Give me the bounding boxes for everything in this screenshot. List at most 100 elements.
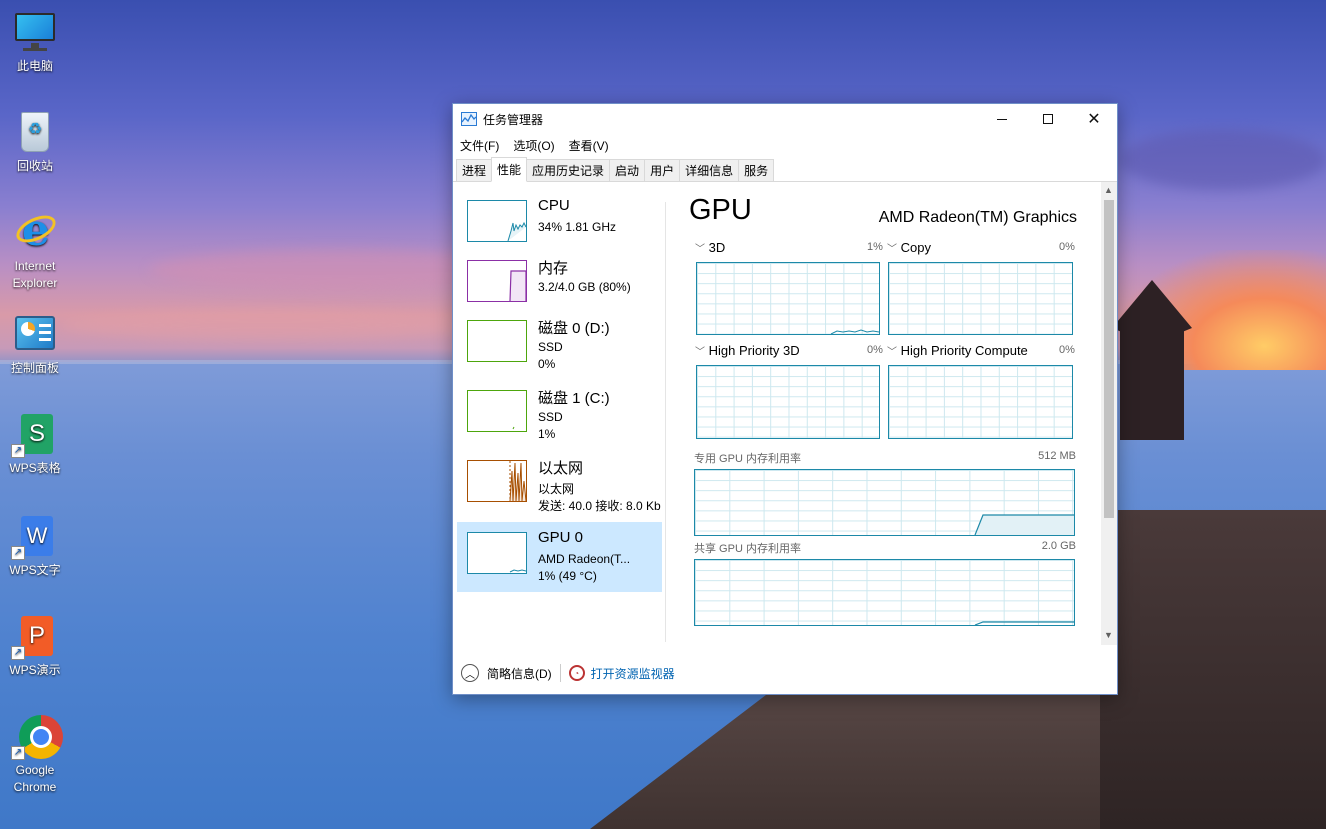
scroll-down-icon[interactable]: ▼	[1104, 630, 1113, 640]
close-button[interactable]: ✕	[1071, 104, 1117, 134]
wps-presentation-icon: P ↗	[11, 614, 57, 660]
engine-hpcompute-percent: 0%	[1059, 344, 1075, 356]
wallpaper-pier-right	[1100, 510, 1326, 829]
disk0-thumbnail-graph	[467, 320, 527, 362]
gpu-name: AMD Radeon(TM) Graphics	[878, 209, 1077, 226]
tab-app-history[interactable]: 应用历史记录	[526, 159, 611, 181]
tab-services[interactable]: 服务	[738, 159, 775, 181]
engine-hpcompute-label[interactable]: ﹀ High Priority Compute	[887, 343, 1028, 358]
window-title: 任务管理器	[483, 112, 544, 127]
maximize-button[interactable]	[1025, 104, 1071, 134]
menu-options[interactable]: 选项(O)	[513, 137, 554, 154]
desktop-icon-label: 控制面板	[10, 361, 59, 375]
desktop-icon-label: 此电脑	[16, 59, 53, 73]
tab-details[interactable]: 详细信息	[679, 159, 740, 181]
chevron-down-icon: ﹀	[887, 244, 897, 255]
tab-users[interactable]: 用户	[644, 159, 681, 181]
gpu-thumbnail-graph	[467, 532, 527, 574]
shared-memory-label: 共享 GPU 内存利用率	[694, 543, 801, 555]
ethernet-thumbnail-graph	[467, 460, 527, 502]
resource-item-disk-0[interactable]: 磁盘 0 (D:) SSD 0%	[457, 310, 662, 380]
minimize-icon	[997, 118, 1007, 120]
engine-hpcompute-graph	[888, 365, 1073, 439]
minimize-button[interactable]	[979, 104, 1025, 134]
shortcut-arrow-icon: ↗	[11, 646, 25, 660]
desktop-icon-label: Google Chrome	[13, 763, 57, 794]
chrome-icon: ↗	[11, 714, 63, 760]
pane-divider	[665, 202, 666, 642]
resource-item-disk-1[interactable]: 磁盘 1 (C:) SSD 1%	[457, 380, 662, 450]
desktop-icon-wps-spreadsheet[interactable]: S ↗ WPS表格	[4, 412, 66, 477]
computer-icon	[13, 10, 57, 54]
memory-thumbnail-graph	[467, 260, 527, 302]
gpu-detail-panel: GPU AMD Radeon(TM) Graphics ﹀ 3D 1% ﹀ Co…	[683, 182, 1103, 645]
vertical-scrollbar[interactable]: ▲ ▼	[1101, 182, 1117, 645]
tab-performance[interactable]: 性能	[491, 157, 528, 182]
task-manager-window: 任务管理器 ✕ 文件(F) 选项(O) 查看(V) 进程 性能 应用历史记录 启…	[452, 103, 1118, 695]
resource-monitor-icon: ◔	[568, 665, 585, 681]
open-resource-monitor-link[interactable]: 打开资源监视器	[591, 665, 675, 682]
task-manager-app-icon	[461, 112, 477, 126]
resource-detail: 1% (49 °C)	[538, 569, 597, 583]
desktop-icon-label: WPS演示	[9, 663, 61, 677]
scrollbar-thumb[interactable]	[1104, 200, 1114, 518]
resource-item-gpu-0[interactable]: GPU 0 AMD Radeon(T... 1% (49 °C)	[457, 522, 662, 592]
resource-list: CPU 34% 1.81 GHz 内存 3.2/4.0 GB (80%) 磁盘 …	[453, 182, 665, 645]
engine-copy-label[interactable]: ﹀ Copy	[887, 240, 931, 255]
scroll-up-icon[interactable]: ▲	[1104, 185, 1113, 195]
engine-hp3d-percent: 0%	[867, 344, 883, 356]
title-bar[interactable]: 任务管理器 ✕	[453, 104, 1117, 134]
wallpaper-cloud	[60, 310, 480, 340]
desktop-icon-wps-writer[interactable]: W ↗ WPS文字	[4, 514, 66, 579]
fewer-details-link[interactable]: 简略信息(D)	[487, 665, 552, 682]
performance-pane: CPU 34% 1.81 GHz 内存 3.2/4.0 GB (80%) 磁盘 …	[453, 182, 1117, 645]
shortcut-arrow-icon: ↗	[11, 444, 25, 458]
resource-detail: 34% 1.81 GHz	[538, 220, 617, 234]
desktop-icon-this-pc[interactable]: 此电脑	[4, 10, 66, 75]
resource-detail: 0%	[538, 357, 556, 371]
shared-memory-value: 2.0 GB	[1041, 540, 1076, 552]
disk1-thumbnail-graph	[467, 390, 527, 432]
wps-spreadsheet-icon: S ↗	[11, 412, 57, 458]
dedicated-memory-value: 512 MB	[1038, 450, 1076, 462]
tab-startup[interactable]: 启动	[609, 159, 646, 181]
desktop-icon-label: WPS文字	[9, 563, 61, 577]
desktop-icon-internet-explorer[interactable]: e Internet Explorer	[4, 209, 66, 292]
shortcut-arrow-icon: ↗	[11, 546, 25, 560]
engine-hp3d-label[interactable]: ﹀ High Priority 3D	[695, 343, 800, 358]
resource-item-ethernet[interactable]: 以太网 以太网 发送: 40.0 接收: 8.0 Kb	[457, 450, 662, 520]
desktop-icon-recycle-bin[interactable]: ♻ 回收站	[4, 110, 66, 175]
chevron-up-icon[interactable]: ︿	[461, 664, 479, 682]
tab-processes[interactable]: 进程	[456, 159, 493, 181]
maximize-icon	[1043, 114, 1053, 124]
desktop-icon-wps-presentation[interactable]: P ↗ WPS演示	[4, 614, 66, 679]
resource-name: 以太网	[538, 460, 584, 477]
engine-copy-graph	[888, 262, 1073, 335]
resource-name: 内存	[538, 260, 569, 277]
menu-file[interactable]: 文件(F)	[460, 137, 499, 154]
resource-name: 磁盘 1 (C:)	[538, 390, 610, 407]
wps-writer-icon: W ↗	[11, 514, 57, 560]
wallpaper-cloud	[1120, 130, 1326, 190]
desktop-icon-google-chrome[interactable]: ↗ Google Chrome	[4, 714, 66, 796]
engine-3d-label[interactable]: ﹀ 3D	[695, 240, 725, 255]
internet-explorer-icon: e	[12, 209, 60, 254]
gpu-title: GPU	[689, 194, 752, 226]
menu-view[interactable]: 查看(V)	[569, 137, 609, 154]
desktop-icon-label: 回收站	[16, 159, 53, 173]
chevron-down-icon: ﹀	[887, 347, 897, 358]
recycle-bin-icon: ♻	[13, 110, 57, 154]
engine-3d-graph	[696, 262, 880, 335]
engine-3d-percent: 1%	[867, 241, 883, 253]
dedicated-memory-label: 专用 GPU 内存利用率	[694, 453, 801, 465]
desktop-icon-control-panel[interactable]: 控制面板	[4, 312, 66, 377]
resource-detail: SSD	[538, 340, 563, 354]
tab-bar: 进程 性能 应用历史记录 启动 用户 详细信息 服务	[453, 156, 1117, 182]
cpu-thumbnail-graph	[467, 200, 527, 242]
resource-name: GPU 0	[538, 529, 584, 546]
dedicated-memory-graph	[694, 469, 1075, 536]
resource-name: 磁盘 0 (D:)	[538, 320, 610, 337]
engine-copy-percent: 0%	[1059, 241, 1075, 253]
chevron-down-icon: ﹀	[695, 347, 705, 358]
footer-divider	[559, 664, 561, 682]
